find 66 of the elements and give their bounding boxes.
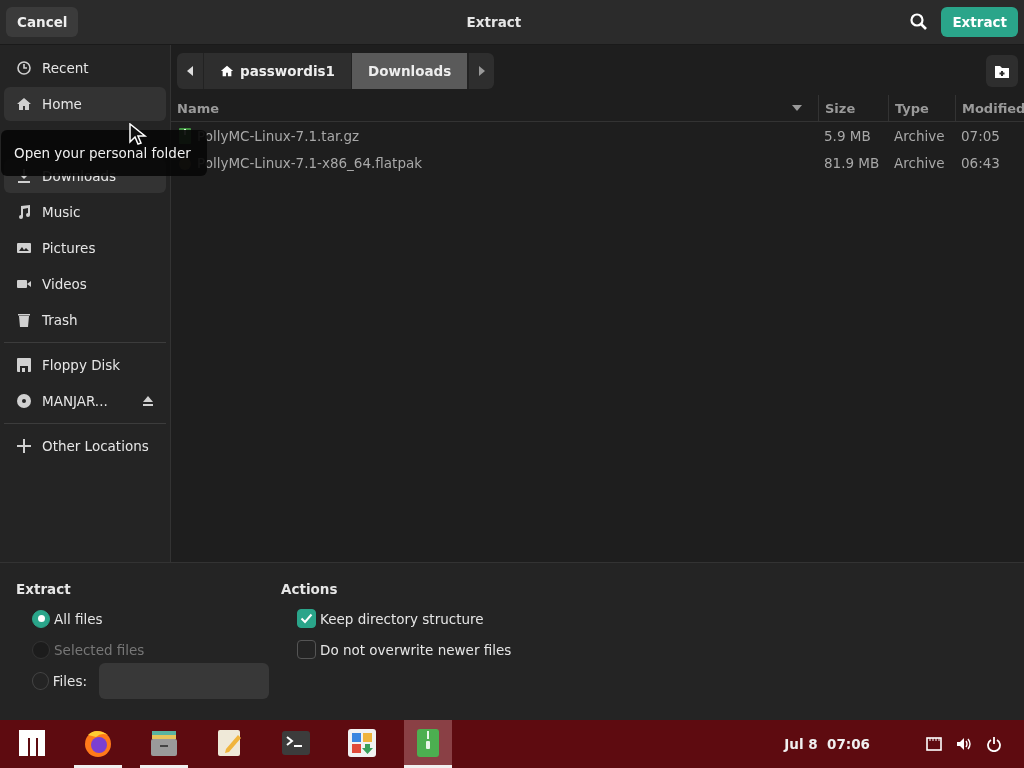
file-modified: 07:05 bbox=[960, 127, 1001, 144]
sidebar-item[interactable]: Trash bbox=[4, 303, 166, 337]
sidebar-label: Home bbox=[42, 96, 82, 112]
radio-label: All files bbox=[54, 610, 103, 627]
new-folder-icon bbox=[995, 64, 1009, 78]
file-cabinet-icon[interactable] bbox=[151, 730, 177, 756]
sidebar-label: Trash bbox=[42, 312, 78, 328]
checkbox-label: Do not overwrite newer files bbox=[320, 641, 512, 658]
sidebar-item[interactable]: Pictures bbox=[4, 231, 166, 265]
disc-icon bbox=[16, 393, 32, 409]
plus-icon bbox=[16, 438, 32, 454]
sidebar-item[interactable]: Home bbox=[4, 87, 166, 121]
sidebar-label: Pictures bbox=[42, 240, 96, 256]
checkbox[interactable] bbox=[297, 609, 316, 628]
radio-label: Files: bbox=[52, 672, 87, 689]
eject-icon[interactable] bbox=[142, 395, 154, 407]
file-modified: 06:43 bbox=[960, 154, 1001, 171]
sort-arrow-icon[interactable] bbox=[792, 105, 802, 111]
column-header[interactable]: Name bbox=[171, 95, 818, 121]
home-icon bbox=[16, 96, 32, 112]
checkbox[interactable] bbox=[297, 640, 316, 659]
sidebar-item[interactable]: Recent bbox=[4, 51, 166, 85]
section-title: Extract bbox=[16, 581, 72, 597]
new-folder-button[interactable] bbox=[986, 55, 1018, 87]
sidebar-item[interactable]: MANJAR... bbox=[4, 384, 166, 418]
sidebar-item[interactable]: Floppy Disk bbox=[4, 348, 166, 382]
terminal-icon[interactable] bbox=[282, 730, 310, 755]
sidebar-label: Floppy Disk bbox=[42, 357, 121, 373]
column-header[interactable]: Size bbox=[818, 95, 888, 121]
sidebar-item[interactable]: Other Locations bbox=[4, 429, 166, 463]
sidebar-item[interactable]: Music bbox=[4, 195, 166, 229]
path-button[interactable]: Downloads bbox=[350, 53, 469, 89]
sidebar-label: Music bbox=[42, 204, 81, 220]
file-size: 81.9 MB bbox=[823, 154, 881, 171]
clock-icon bbox=[16, 60, 32, 76]
sidebar-label: Videos bbox=[42, 276, 87, 292]
cancel-button[interactable]: Cancel bbox=[6, 7, 79, 37]
radio-button[interactable] bbox=[32, 609, 50, 628]
radio-button[interactable] bbox=[32, 671, 49, 690]
sidebar-label: Downloads bbox=[42, 168, 117, 184]
checkbox-label: Keep directory structure bbox=[320, 610, 484, 627]
path-button[interactable]: passwordis1 bbox=[203, 53, 351, 89]
manjaro-logo-icon[interactable] bbox=[19, 729, 45, 756]
file-type: Archive bbox=[893, 154, 946, 171]
section-title: Actions bbox=[281, 581, 339, 597]
sidebar-label: MANJAR... bbox=[42, 393, 108, 409]
trash-icon bbox=[16, 312, 32, 328]
browser-icon[interactable] bbox=[85, 730, 111, 757]
volume-icon[interactable] bbox=[956, 736, 972, 752]
radio-label: Selected files bbox=[54, 641, 145, 658]
app-store-icon[interactable] bbox=[348, 728, 376, 757]
column-header[interactable]: Modified bbox=[955, 95, 1024, 121]
network-icon[interactable] bbox=[926, 736, 942, 752]
column-header[interactable]: Type bbox=[888, 95, 955, 121]
music-note-icon bbox=[16, 204, 32, 220]
file-size: 5.9 MB bbox=[823, 127, 872, 144]
file-type: Archive bbox=[893, 127, 946, 144]
notepad-pencil-icon[interactable] bbox=[218, 729, 241, 756]
archive-zipper-icon[interactable] bbox=[417, 728, 439, 757]
sidebar-label: Recent bbox=[42, 60, 89, 76]
power-icon[interactable] bbox=[986, 736, 1002, 752]
window-title: Extract bbox=[465, 14, 523, 30]
sidebar-label: Other Locations bbox=[42, 438, 149, 454]
clock[interactable]: Jul 8 07:06 bbox=[784, 736, 870, 752]
image-icon bbox=[16, 240, 32, 256]
sidebar-item[interactable]: Videos bbox=[4, 267, 166, 301]
